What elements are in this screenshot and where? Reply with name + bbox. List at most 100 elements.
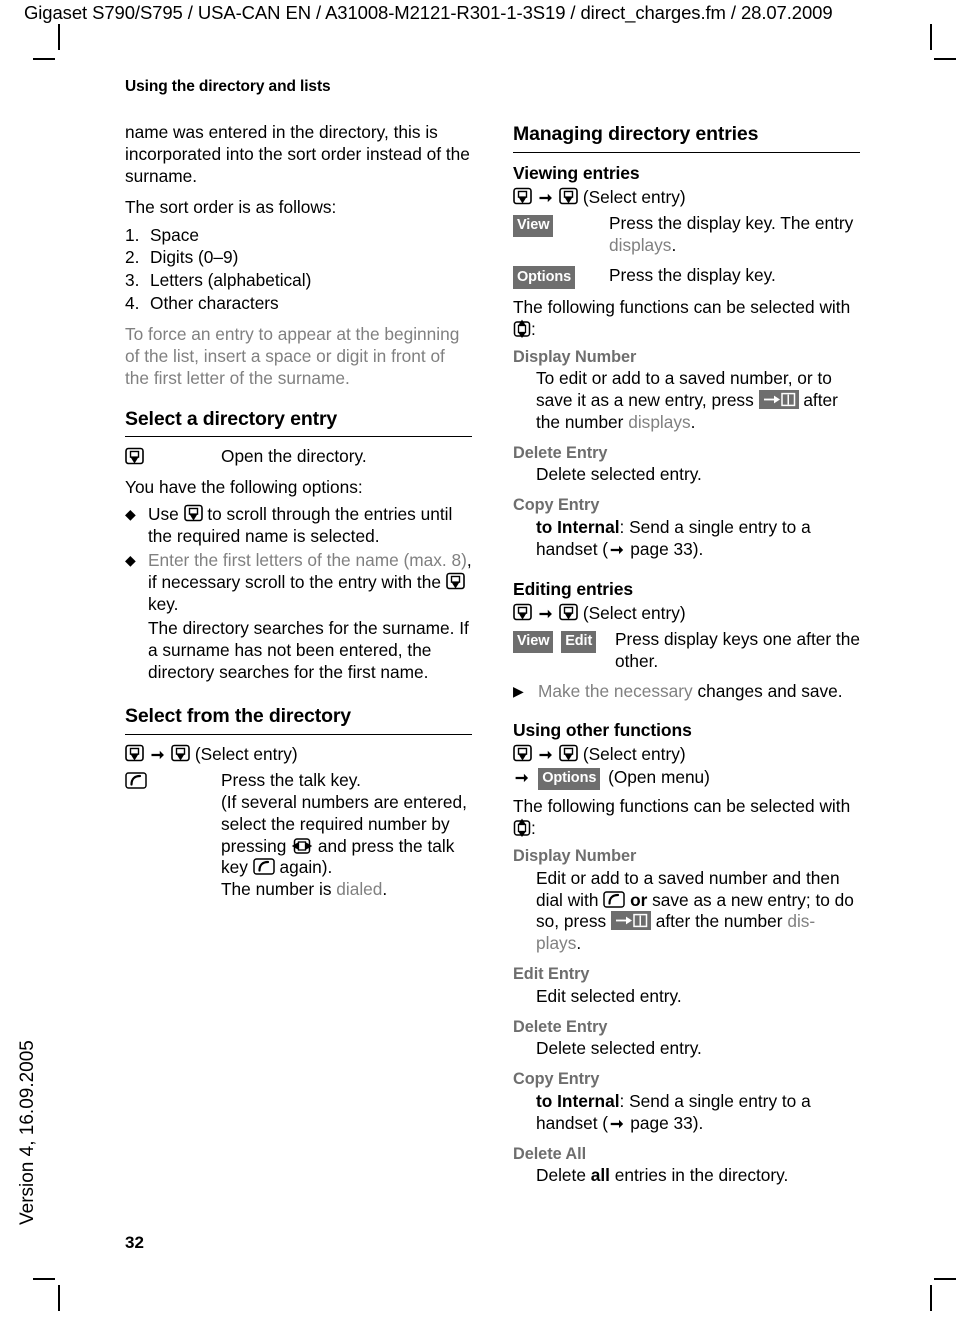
nav-path-editing: ➞ (Select entry) bbox=[513, 603, 860, 625]
talk-key-icon[interactable] bbox=[603, 890, 625, 909]
view-edit-keys-row: View Edit Press display keys one after t… bbox=[513, 629, 860, 673]
talk-key-icon[interactable] bbox=[125, 771, 147, 790]
scroll-down-key-icon[interactable] bbox=[125, 744, 144, 763]
options-intro: You have the following options: bbox=[125, 477, 363, 498]
def-edit-entry: Edit selected entry. bbox=[536, 985, 682, 1006]
view-desc-a: Press the display key. The entry bbox=[609, 213, 854, 234]
term-edit-entry: Edit Entry bbox=[513, 965, 590, 984]
def-delete-all: Delete all entries in the directory. bbox=[536, 1164, 860, 1187]
list-number: 4. bbox=[125, 293, 140, 314]
nav-path-label: (Select entry) bbox=[582, 186, 686, 207]
view-edit-keys-desc: Press display keys one after the other. bbox=[615, 629, 860, 672]
options-key-desc: Press the display key. bbox=[609, 264, 776, 285]
term-display-number: Display Number bbox=[513, 347, 637, 366]
right-arrow-icon: ➞ bbox=[610, 1115, 624, 1133]
options-display-key[interactable]: Options bbox=[538, 767, 601, 791]
list-item: ◆ Use to scroll through the entries unti… bbox=[125, 504, 472, 548]
def-copy-entry: to Internal: Send a single entry to a ha… bbox=[536, 1090, 860, 1135]
paragraph-sort-intro: name was entered in the directory, this … bbox=[125, 122, 470, 186]
term-display-number: Display Number bbox=[513, 847, 637, 866]
nav-path-select-from: ➞ (Select entry) bbox=[125, 744, 472, 766]
bullet-gray-max: (max. 8) bbox=[403, 549, 467, 570]
view-key-desc: Press the display key. The entry display… bbox=[609, 213, 860, 257]
options-display-key[interactable]: Options bbox=[513, 266, 576, 289]
def-page: page 33). bbox=[625, 1112, 704, 1133]
open-directory-row: Open the directory. bbox=[125, 446, 472, 469]
scroll-down-key-icon[interactable] bbox=[513, 744, 532, 763]
term-copy-entry: Copy Entry bbox=[513, 1070, 600, 1089]
subheading-using-other-functions: Using other functions bbox=[513, 719, 692, 740]
term-delete-entry: Delete Entry bbox=[513, 1017, 608, 1036]
right-column: Managing directory entries Viewing entri… bbox=[513, 122, 860, 1187]
scroll-down-key-icon[interactable] bbox=[171, 744, 190, 763]
view-display-key[interactable]: View bbox=[513, 214, 554, 238]
paragraph-sort-order-lead: The sort order is as follows: bbox=[125, 196, 337, 217]
page-number: 32 bbox=[125, 1233, 144, 1252]
nav-path-other-1: ➞ (Select entry) bbox=[513, 744, 860, 766]
list-item: 1. Space bbox=[125, 225, 472, 247]
scroll-down-key-icon[interactable] bbox=[183, 504, 203, 523]
nav-path-label: (Select entry) bbox=[582, 744, 686, 765]
step-gray: Make the necessary bbox=[538, 681, 698, 702]
talk-desc-2c: again). bbox=[274, 857, 333, 878]
def-bold-all: all bbox=[590, 1165, 610, 1186]
list-text: Other characters bbox=[150, 293, 279, 314]
scroll-down-key-icon[interactable] bbox=[559, 603, 578, 622]
nav-path-label: (Select entry) bbox=[582, 603, 686, 624]
heading-managing-directory-entries: Managing directory entries bbox=[513, 123, 759, 145]
view-desc-c: . bbox=[671, 234, 677, 255]
talk-desc-3b: dialed bbox=[336, 879, 383, 900]
left-right-control-key-icon[interactable] bbox=[291, 837, 313, 855]
right-arrow-icon: ➞ bbox=[538, 189, 553, 207]
talk-desc-line-2: (If several numbers are entered, select … bbox=[221, 792, 472, 880]
triangle-bullet-icon: ▶ bbox=[513, 683, 524, 700]
talk-key-row: Press the talk key. (If several numbers … bbox=[125, 770, 472, 901]
up-down-control-key-icon[interactable] bbox=[513, 319, 531, 338]
functions-intro-b: : bbox=[531, 318, 536, 339]
view-display-key[interactable]: View bbox=[513, 630, 554, 654]
right-arrow-icon: ➞ bbox=[610, 541, 624, 559]
talk-desc-3a: The number is bbox=[221, 879, 337, 900]
scroll-down-key-cell bbox=[125, 446, 221, 469]
scroll-down-key-icon[interactable] bbox=[125, 447, 144, 466]
bullet-text: Enter the first letters of the name (max… bbox=[148, 550, 472, 684]
chapter-label: Using the directory and lists bbox=[125, 78, 331, 95]
list-item: 3. Letters (alphabetical) bbox=[125, 270, 472, 292]
up-down-control-key-icon[interactable] bbox=[513, 818, 531, 838]
def-a: Delete bbox=[536, 1165, 591, 1186]
heading-select-directory-entry: Select a directory entry bbox=[125, 407, 338, 430]
nav-path-other-2: ➞ Options (Open menu) bbox=[513, 767, 860, 791]
functions-intro-viewing: The following functions can be selected … bbox=[513, 297, 860, 341]
options-key-cell: Options bbox=[513, 265, 609, 289]
term-delete-all: Delete All bbox=[513, 1144, 587, 1163]
note-force-entry: To force an entry to appear at the begin… bbox=[125, 324, 460, 388]
def-or: or bbox=[630, 889, 648, 910]
subheading-viewing-entries: Viewing entries bbox=[513, 162, 640, 183]
view-desc-b: displays bbox=[609, 234, 672, 255]
copy-to-directory-key-icon[interactable] bbox=[610, 911, 651, 931]
def-delete-entry: Delete selected entry. bbox=[536, 1038, 702, 1059]
scroll-down-key-icon[interactable] bbox=[559, 744, 578, 763]
left-column: name was entered in the directory, this … bbox=[125, 122, 472, 909]
talk-key-icon[interactable] bbox=[252, 857, 275, 876]
talk-key-cell bbox=[125, 770, 221, 793]
open-menu-label: (Open menu) bbox=[608, 767, 710, 788]
scroll-down-key-icon[interactable] bbox=[513, 603, 532, 622]
scroll-down-key-icon[interactable] bbox=[559, 187, 578, 206]
functions-intro-other: The following functions can be selected … bbox=[513, 796, 860, 840]
scroll-down-key-icon[interactable] bbox=[513, 187, 532, 206]
list-item: 4. Other characters bbox=[125, 293, 472, 315]
bullet-sub-paragraph: The directory searches for the surname. … bbox=[148, 618, 469, 683]
diamond-bullet-icon: ◆ bbox=[125, 551, 136, 568]
bullet-text-end: key. bbox=[148, 593, 179, 614]
scroll-down-key-icon[interactable] bbox=[445, 572, 465, 591]
list-number: 3. bbox=[125, 270, 140, 291]
term-copy-entry: Copy Entry bbox=[513, 496, 600, 515]
talk-desc-line-3: The number is dialed. bbox=[221, 879, 472, 901]
def-d: . bbox=[576, 933, 582, 954]
diamond-bullet-icon: ◆ bbox=[125, 506, 136, 523]
def-display-number: To edit or add to a saved number, or to … bbox=[536, 367, 860, 434]
copy-to-directory-key-icon[interactable] bbox=[758, 390, 799, 409]
options-key-row: Options Press the display key. bbox=[513, 265, 860, 289]
edit-display-key[interactable]: Edit bbox=[561, 630, 597, 654]
